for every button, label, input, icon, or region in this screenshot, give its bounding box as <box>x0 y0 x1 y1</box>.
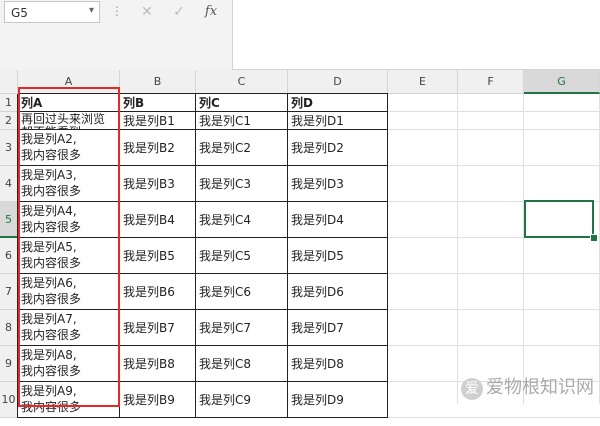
cell-d5[interactable]: 我是列D4 <box>291 212 385 246</box>
table-border-vertical <box>387 94 388 418</box>
cell-line: 我内容很多 <box>21 220 82 234</box>
row-header-10[interactable]: 10 <box>0 382 18 418</box>
name-box-value: G5 <box>11 6 28 20</box>
gridline-vertical <box>523 94 524 404</box>
cell-a10[interactable]: 我是列A9, 我内容很多 <box>21 383 117 417</box>
cell-a6[interactable]: 我是列A5, 我内容很多 <box>21 239 117 273</box>
cell-line: 我是列A5, <box>21 240 77 254</box>
cell-line: 我内容很多 <box>21 148 82 162</box>
table-border-horizontal <box>18 111 388 112</box>
cell-c3[interactable]: 我是列C2 <box>199 140 285 174</box>
cell-b10[interactable]: 我是列B9 <box>123 392 193 426</box>
cell-c10[interactable]: 我是列C9 <box>199 392 285 426</box>
cell-b1[interactable]: 列B <box>123 95 193 111</box>
cell-c7[interactable]: 我是列C6 <box>199 284 285 318</box>
column-header-a[interactable]: A <box>18 70 120 94</box>
row-header-8[interactable]: 8 <box>0 310 18 346</box>
formula-input[interactable] <box>232 0 600 70</box>
cell-line: 我是列A8, <box>21 348 77 362</box>
cell-b7[interactable]: 我是列B6 <box>123 284 193 318</box>
cell-c4[interactable]: 我是列C3 <box>199 176 285 210</box>
cell-line: 我是列A6, <box>21 276 77 290</box>
cell-line: 我内容很多 <box>21 400 82 414</box>
cell-b9[interactable]: 我是列B8 <box>123 356 193 390</box>
cell-d7[interactable]: 我是列D6 <box>291 284 385 318</box>
spreadsheet-grid[interactable]: ABCDEFG12345678910列A列B列C列D再回过头来浏览却不能看到我是… <box>0 70 600 418</box>
column-header-e[interactable]: E <box>388 70 458 94</box>
row-header-7[interactable]: 7 <box>0 274 18 310</box>
row-header-5[interactable]: 5 <box>0 202 18 238</box>
cell-d3[interactable]: 我是列D2 <box>291 140 385 174</box>
cell-c5[interactable]: 我是列C4 <box>199 212 285 246</box>
cell-line: 我是列A7, <box>21 312 77 326</box>
cell-b6[interactable]: 我是列B5 <box>123 248 193 282</box>
cell-d8[interactable]: 我是列D7 <box>291 320 385 354</box>
table-border-horizontal <box>18 93 388 94</box>
fx-icon[interactable]: fx <box>200 3 222 21</box>
cell-c6[interactable]: 我是列C5 <box>199 248 285 282</box>
cell-line: 我内容很多 <box>21 184 82 198</box>
cell-c2[interactable]: 我是列C1 <box>199 113 285 129</box>
cell-a3[interactable]: 我是列A2, 我内容很多 <box>21 131 117 165</box>
cell-line: 我是列A2, <box>21 132 77 146</box>
cell-a1[interactable]: 列A <box>21 95 117 111</box>
row-header-1[interactable]: 1 <box>0 94 18 112</box>
cell-d4[interactable]: 我是列D3 <box>291 176 385 210</box>
column-header-c[interactable]: C <box>196 70 288 94</box>
cell-a5[interactable]: 我是列A4, 我内容很多 <box>21 203 117 237</box>
cell-line: 我是列A4, <box>21 204 77 218</box>
check-icon[interactable]: ✓ <box>168 3 190 21</box>
table-border-vertical <box>195 94 196 418</box>
cell-c8[interactable]: 我是列C7 <box>199 320 285 354</box>
cell-c1[interactable]: 列C <box>199 95 285 111</box>
chevron-down-icon[interactable]: ▾ <box>89 5 94 16</box>
gridline-vertical <box>457 94 458 404</box>
cell-a9[interactable]: 我是列A8, 我内容很多 <box>21 347 117 381</box>
row-header-6[interactable]: 6 <box>0 238 18 274</box>
watermark-text: 爱物根知识网 <box>486 377 594 398</box>
cell-a8[interactable]: 我是列A7, 我内容很多 <box>21 311 117 345</box>
cell-b2[interactable]: 我是列B1 <box>123 113 193 129</box>
row-header-9[interactable]: 9 <box>0 346 18 382</box>
column-header-d[interactable]: D <box>288 70 388 94</box>
watermark: 爱爱物根知识网 <box>461 373 594 400</box>
cell-line: 我内容很多 <box>21 292 82 306</box>
cell-b4[interactable]: 我是列B3 <box>123 176 193 210</box>
row-header-3[interactable]: 3 <box>0 130 18 166</box>
selected-cell-g5[interactable] <box>524 200 594 238</box>
cell-d1[interactable]: 列D <box>291 95 385 111</box>
cell-line: 我是列A9, <box>21 384 77 398</box>
column-header-f[interactable]: F <box>458 70 524 94</box>
cell-d2[interactable]: 我是列D1 <box>291 113 385 129</box>
cell-b8[interactable]: 我是列B7 <box>123 320 193 354</box>
table-border-vertical <box>17 94 18 418</box>
cell-d6[interactable]: 我是列D5 <box>291 248 385 282</box>
watermark-badge: 爱 <box>461 378 483 400</box>
cell-b5[interactable]: 我是列B4 <box>123 212 193 246</box>
row-header-2[interactable]: 2 <box>0 112 18 130</box>
column-header-b[interactable]: B <box>120 70 196 94</box>
cell-line: 我内容很多 <box>21 328 82 342</box>
formula-bar: G5 ▾ ⋮ ✕ ✓ fx <box>0 0 600 70</box>
cell-c9[interactable]: 我是列C8 <box>199 356 285 390</box>
cell-a7[interactable]: 我是列A6, 我内容很多 <box>21 275 117 309</box>
cell-line: 我内容很多 <box>21 256 82 270</box>
column-header-g[interactable]: G <box>524 70 600 94</box>
cell-d9[interactable]: 我是列D8 <box>291 356 385 390</box>
name-box[interactable]: G5 ▾ <box>4 1 100 23</box>
row-header-4[interactable]: 4 <box>0 166 18 202</box>
close-icon[interactable]: ✕ <box>136 3 158 21</box>
fill-handle[interactable] <box>590 234 598 242</box>
cell-line: 我是列A3, <box>21 168 77 182</box>
table-border-horizontal <box>18 129 388 130</box>
select-all-corner[interactable] <box>0 70 18 94</box>
more-icon[interactable]: ⋮ <box>111 4 123 18</box>
cell-b3[interactable]: 我是列B2 <box>123 140 193 174</box>
cell-line: 我内容很多 <box>21 364 82 378</box>
table-border-vertical <box>119 94 120 418</box>
cell-a2[interactable]: 再回过头来浏览却不能看到 <box>21 113 105 129</box>
cell-a4[interactable]: 我是列A3, 我内容很多 <box>21 167 117 201</box>
table-border-vertical <box>287 94 288 418</box>
cell-d10[interactable]: 我是列D9 <box>291 392 385 426</box>
